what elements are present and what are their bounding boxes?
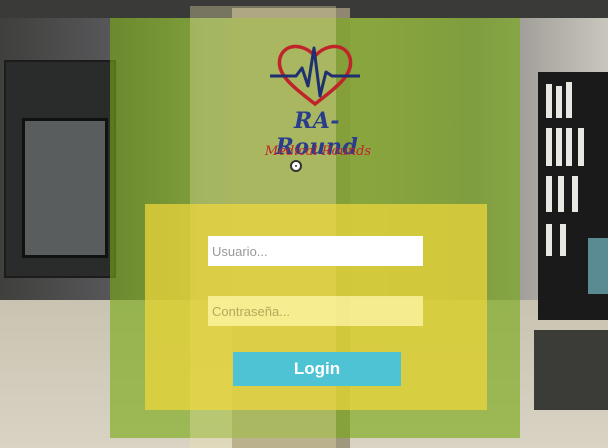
login-button[interactable]: Login xyxy=(233,352,401,386)
background-chair xyxy=(588,238,608,294)
background-table xyxy=(534,330,608,410)
password-input[interactable] xyxy=(208,296,423,326)
username-input[interactable] xyxy=(208,236,423,266)
background-screen xyxy=(22,118,108,258)
gaze-cursor-icon xyxy=(290,160,302,172)
app-logo-subtitle: Medical Rounds xyxy=(264,144,372,159)
